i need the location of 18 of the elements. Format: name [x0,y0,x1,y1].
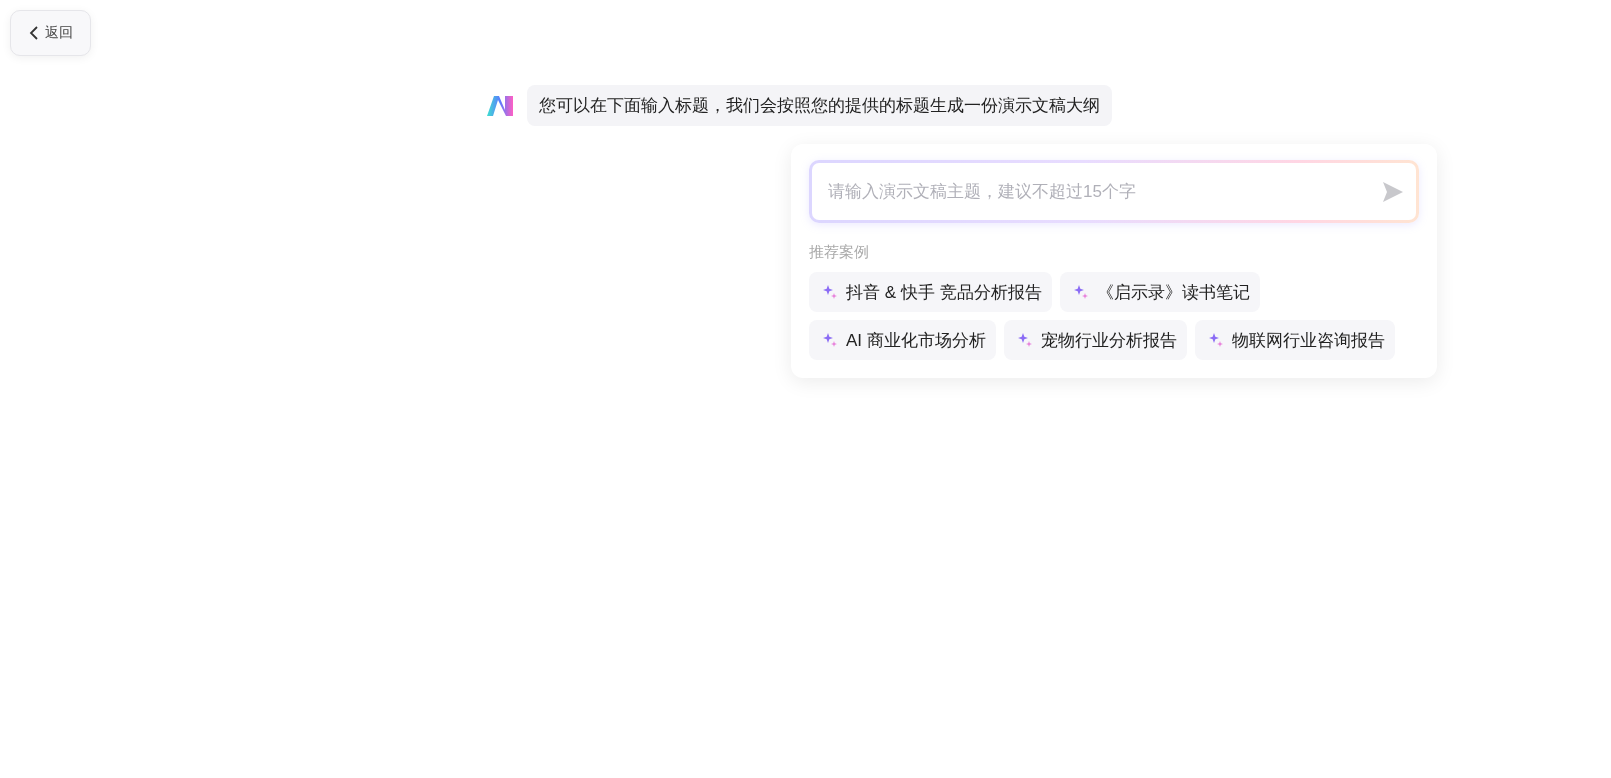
sparkle-icon [1073,285,1088,299]
sparkle-icon [823,285,837,299]
suggestion-chip[interactable]: AI 商业化市场分析 [809,320,996,360]
send-icon[interactable] [1382,180,1404,203]
back-button[interactable]: 返回 [10,10,91,56]
logo-icon [487,95,513,116]
sparkle-icon [823,333,837,347]
sparkle-icon [1017,333,1032,347]
assistant-message: 您可以在下面输入标题，我们会按照您的提供的标题生成一份演示文稿大纲 [527,85,1112,126]
suggestion-chip[interactable]: 《启示录》读书笔记 [1059,272,1260,312]
suggestion-chip[interactable]: 抖音 & 快手 竞品分析报告 [809,272,1052,312]
sparkle-icon [1208,333,1223,347]
suggestion-chip[interactable]: 宠物行业分析报告 [1003,320,1187,360]
topic-input[interactable]: 请输入演示文稿主题，建议不超过15个字 [826,180,1382,203]
chevron-left-icon [28,26,39,40]
suggestion-chip[interactable]: 物联网行业咨询报告 [1194,320,1395,360]
suggestions-title: 推荐案例 [809,243,870,262]
topic-field[interactable]: 请输入演示文稿主题，建议不超过15个字 [809,160,1419,223]
